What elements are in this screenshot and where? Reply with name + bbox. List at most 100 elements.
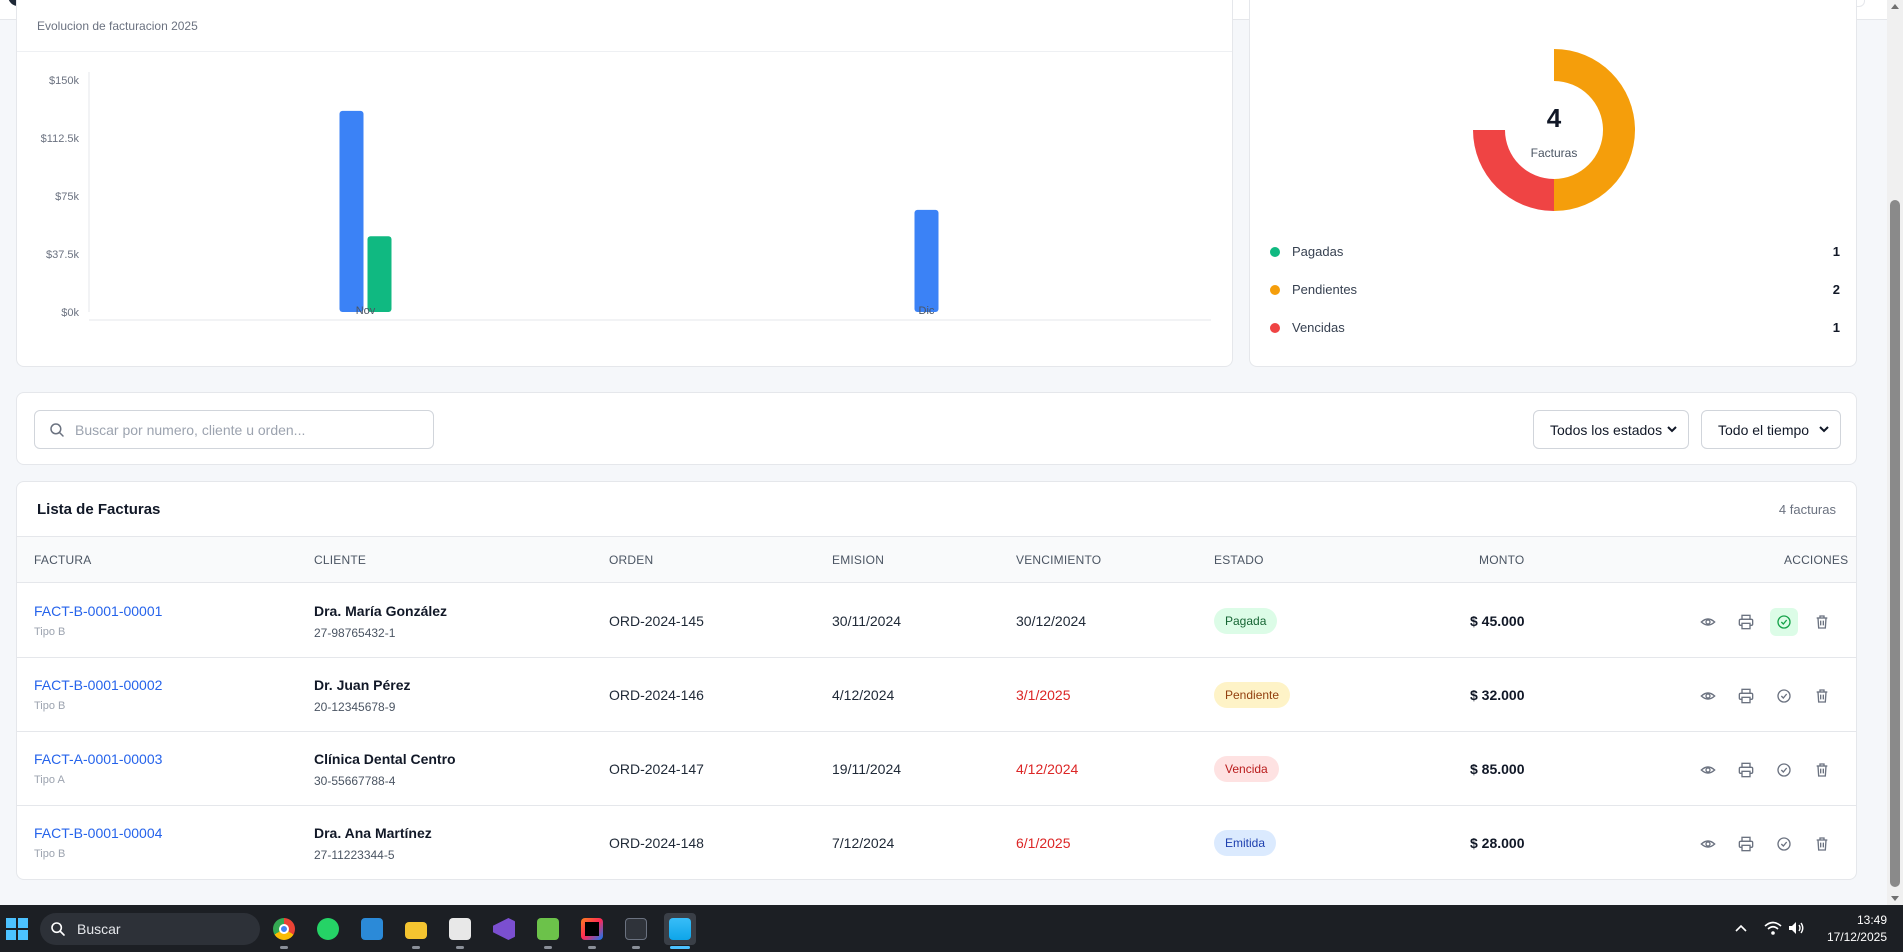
mark-paid-button[interactable] — [1770, 682, 1798, 710]
search-icon — [51, 922, 65, 936]
scroll-down-arrow[interactable] — [1891, 896, 1899, 901]
table-row[interactable]: FACT-B-0001-00002 Tipo B Dr. Juan Pérez 20-… — [17, 658, 1856, 732]
print-button[interactable] — [1732, 756, 1760, 784]
photos-icon[interactable] — [664, 913, 696, 949]
view-button[interactable] — [1694, 756, 1722, 784]
invoice-number-link[interactable]: FACT-B-0001-00002 — [34, 677, 162, 693]
clock-time[interactable]: 13:49 — [1822, 913, 1887, 927]
invoice-type: Tipo A — [34, 774, 65, 786]
col-acciones: ACCIONES — [1784, 553, 1849, 567]
chrome-icon[interactable] — [268, 913, 300, 949]
divider — [17, 51, 1232, 52]
client-name: Dra. Ana Martínez — [314, 825, 432, 841]
print-button[interactable] — [1732, 682, 1760, 710]
invoice-amount: $ 32.000 — [1470, 687, 1525, 703]
invoice-number-link[interactable]: FACT-A-0001-00003 — [34, 751, 162, 767]
search-input[interactable] — [75, 419, 425, 441]
order-number: ORD-2024-148 — [609, 835, 704, 851]
chevron-down-icon — [1667, 426, 1677, 433]
vertical-scrollbar[interactable] — [1887, 0, 1903, 905]
legend-label: Pagadas — [1292, 244, 1344, 259]
y-tick-label: $37.5k — [46, 249, 80, 261]
y-tick-label: $150k — [49, 75, 79, 87]
intellij-icon[interactable] — [576, 913, 608, 949]
invoice-number-link[interactable]: FACT-B-0001-00004 — [34, 825, 162, 841]
due-date: 3/1/2025 — [1016, 687, 1071, 703]
col-cliente[interactable]: CLIENTE — [314, 553, 366, 567]
time-filter-select[interactable]: Todo el tiempo — [1701, 410, 1841, 449]
status-badge: Pendiente — [1214, 682, 1291, 708]
paint-icon[interactable] — [532, 913, 564, 949]
delete-button[interactable] — [1808, 756, 1836, 784]
client-name: Dra. María González — [314, 603, 448, 619]
legend-label: Pendientes — [1292, 282, 1358, 297]
col-emision[interactable]: EMISION — [832, 553, 884, 567]
os-taskbar: Buscar 13:49 17/12/2025 — [0, 905, 1903, 952]
due-date: 6/1/2025 — [1016, 835, 1071, 851]
file-explorer-icon[interactable] — [400, 913, 432, 949]
chart-subtitle: Evolucion de facturacion 2025 — [37, 19, 198, 33]
delete-button[interactable] — [1808, 608, 1836, 636]
status-filter-select[interactable]: Todos los estados — [1533, 410, 1689, 449]
col-factura[interactable]: FACTURA — [34, 553, 91, 567]
invoice-number-link[interactable]: FACT-B-0001-00001 — [34, 603, 162, 619]
taskbar-search[interactable]: Buscar — [40, 913, 260, 945]
table-row[interactable]: FACT-B-0001-00001 Tipo B Dra. María Gonzál… — [17, 584, 1856, 658]
legend-count: 2 — [1832, 282, 1840, 297]
scrollbar-thumb[interactable] — [1890, 200, 1900, 887]
invoice-amount: $ 28.000 — [1470, 835, 1525, 851]
wifi-icon[interactable] — [1764, 920, 1782, 936]
table-row[interactable]: FACT-B-0001-00004 Tipo B Dra. Ana Martínez… — [17, 806, 1856, 879]
bar-nov-series-1 — [339, 110, 364, 312]
client-tax-id: 27-98765432-1 — [314, 626, 396, 640]
status-donut-card: 4 Facturas Pagadas 1 Pendientes 2 Vencid… — [1249, 0, 1857, 367]
table-row[interactable]: FACT-A-0001-00003 Tipo A Clínica Dental Ce… — [17, 732, 1856, 806]
volume-icon[interactable] — [1787, 920, 1805, 936]
bar-nov-series-2 — [367, 236, 392, 312]
search-icon — [50, 423, 64, 437]
invoice-count: 4 facturas — [1778, 502, 1836, 517]
search-field[interactable] — [34, 410, 434, 449]
issue-date: 19/11/2024 — [832, 761, 902, 777]
snipping-tool-icon[interactable] — [444, 913, 476, 949]
mark-paid-button[interactable] — [1770, 756, 1798, 784]
print-button[interactable] — [1732, 830, 1760, 858]
status-badge: Pagada — [1214, 608, 1278, 634]
notepad-icon[interactable] — [356, 913, 388, 945]
windows-start-icon[interactable] — [6, 918, 28, 940]
view-button[interactable] — [1694, 682, 1722, 710]
client-name: Clínica Dental Centro — [314, 751, 456, 767]
legend-label: Vencidas — [1292, 320, 1345, 335]
view-button[interactable] — [1694, 830, 1722, 858]
issue-date: 30/11/2024 — [832, 613, 902, 629]
col-orden[interactable]: ORDEN — [609, 553, 653, 567]
mark-paid-button[interactable] — [1770, 830, 1798, 858]
legend-item-pendientes: Pendientes 2 — [1270, 280, 1840, 300]
donut-segment-vencidas[interactable] — [1473, 130, 1554, 211]
whatsapp-icon[interactable] — [312, 913, 344, 945]
donut-total-label: Facturas — [1530, 146, 1578, 160]
status-filter-value: Todos los estados — [1550, 422, 1663, 438]
terminal-icon[interactable] — [620, 913, 652, 949]
col-monto[interactable]: MONTO — [1479, 553, 1524, 567]
legend-dot — [1270, 247, 1280, 257]
order-number: ORD-2024-145 — [609, 613, 704, 629]
scroll-up-arrow[interactable] — [1891, 4, 1899, 9]
x-tick-label: Dic — [919, 305, 935, 317]
clock-date[interactable]: 17/12/2025 — [1808, 930, 1887, 944]
time-filter-value: Todo el tiempo — [1718, 422, 1810, 438]
y-tick-label: $75k — [55, 191, 79, 203]
delete-button[interactable] — [1808, 830, 1836, 858]
table-header: FACTURA CLIENTE ORDEN EMISION VENCIMIENT… — [17, 536, 1856, 583]
mark-paid-button[interactable] — [1770, 608, 1798, 636]
client-tax-id: 20-12345678-9 — [314, 700, 396, 714]
print-button[interactable] — [1732, 608, 1760, 636]
col-estado[interactable]: ESTADO — [1214, 553, 1264, 567]
chevron-up-icon[interactable] — [1734, 922, 1748, 936]
delete-button[interactable] — [1808, 682, 1836, 710]
visual-studio-icon[interactable] — [488, 913, 520, 945]
col-vencimiento[interactable]: VENCIMIENTO — [1016, 553, 1101, 567]
legend-count: 1 — [1832, 320, 1840, 335]
view-button[interactable] — [1694, 608, 1722, 636]
issue-date: 4/12/2024 — [832, 687, 895, 703]
